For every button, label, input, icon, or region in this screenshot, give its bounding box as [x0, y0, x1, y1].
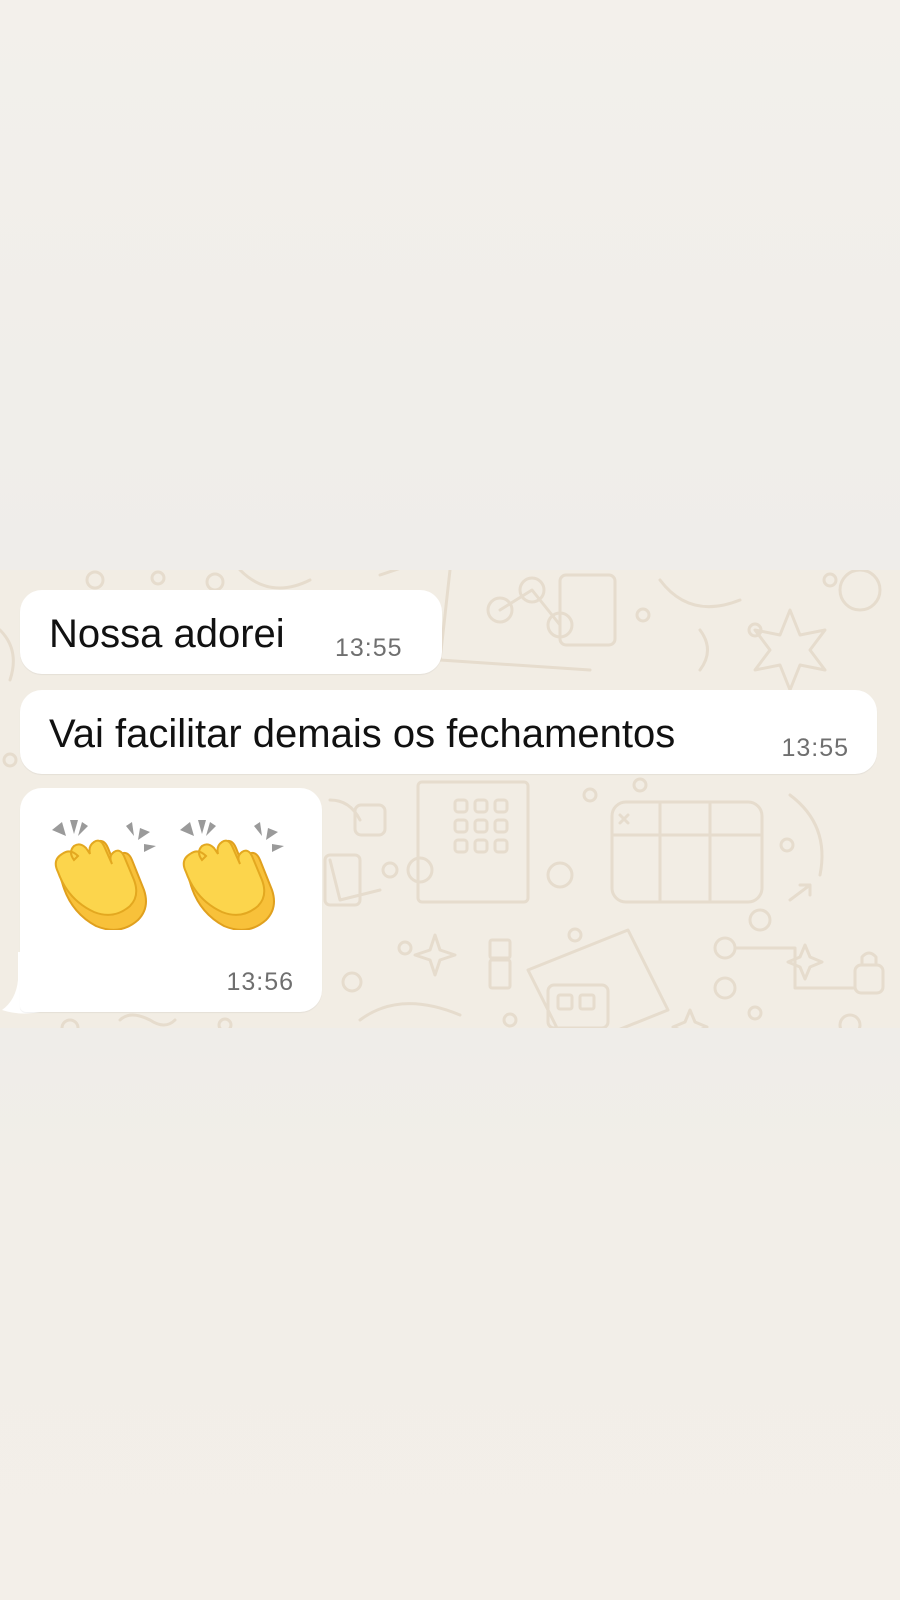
message-text: Vai facilitar demais os fechamentos — [49, 712, 676, 756]
chat-area[interactable]: Nossa adorei 13:55 Vai facilitar demais … — [0, 570, 900, 1028]
emoji-message-bubble[interactable]: 13:56 — [20, 788, 322, 1012]
message-timestamp: 13:55 — [335, 634, 403, 662]
message-text: Nossa adorei — [49, 612, 285, 656]
clapping-hands-emoji — [180, 820, 284, 930]
clapping-hands-emoji — [52, 820, 156, 930]
message-bubble[interactable]: Vai facilitar demais os fechamentos 13:5… — [20, 690, 877, 774]
message-timestamp: 13:56 — [226, 968, 294, 996]
message-bubble[interactable]: Nossa adorei 13:55 — [20, 590, 442, 674]
chat-screen: { "messages": [ { "text": "Nossa adorei"… — [0, 0, 900, 1600]
message-timestamp: 13:55 — [781, 734, 849, 762]
